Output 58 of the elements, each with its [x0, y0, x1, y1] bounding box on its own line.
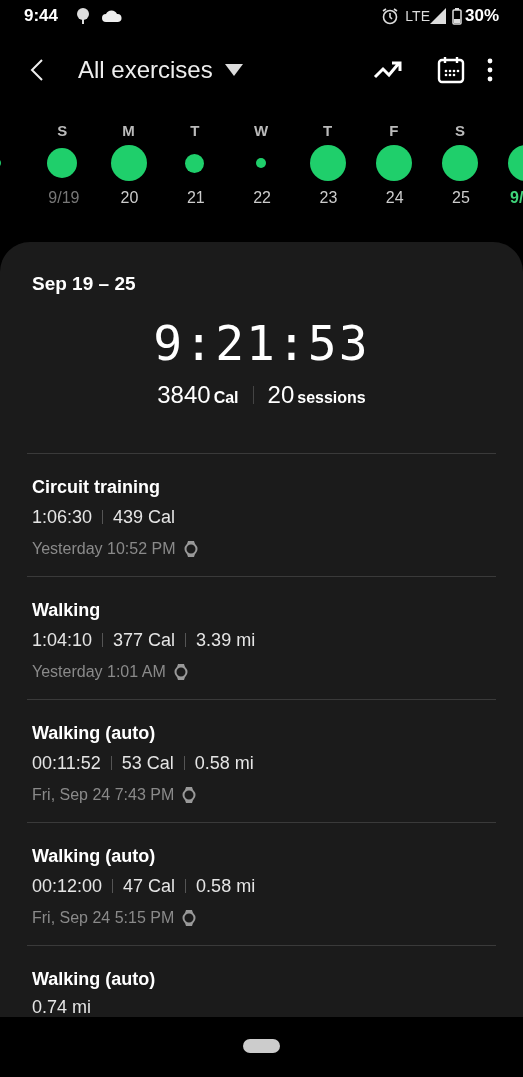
exercise-stat: 0.58 mi: [196, 874, 256, 897]
weekday-label: S: [454, 121, 467, 141]
caret-icon: [224, 64, 243, 76]
date-label[interactable]: 23: [319, 186, 338, 210]
battery-icon: [451, 7, 462, 25]
session-count: 20 sessions: [267, 379, 366, 410]
exercise-name: Walking: [32, 598, 102, 622]
battery-percent: 30%: [464, 5, 499, 28]
weekday-label: S: [56, 121, 69, 141]
exercise-entry[interactable]: Circuit training 1:06:30 439 Cal Yesterday 10:52 PM: [32, 453, 491, 576]
trend-icon[interactable]: [373, 59, 403, 81]
exercise-stat: 47 Cal: [123, 874, 176, 897]
exercise-name: Walking (auto): [32, 844, 157, 868]
cloud-icon: [102, 10, 123, 22]
exercise-stat: 00:12:00: [32, 874, 103, 897]
exercise-name: Walking (auto): [32, 967, 157, 991]
exercise-name: Circuit training: [32, 475, 161, 499]
exercise-stat: 0.58 mi: [194, 751, 254, 774]
exercise-stat: 0.74 mi: [32, 995, 92, 1017]
exercise-entry[interactable]: Walking (auto) 0.74 mi: [32, 945, 491, 1017]
exercise-stat: 377 Cal: [113, 628, 176, 651]
calendar-icon[interactable]: [437, 56, 465, 84]
exercise-stat: 3.39 mi: [196, 628, 256, 651]
exercise-stat: 1:06:30: [32, 505, 93, 528]
signal-icon: [429, 8, 446, 24]
exercise-stat: 1:04:10: [32, 628, 93, 651]
weekday-label: F: [388, 121, 400, 141]
date-label[interactable]: 24: [385, 186, 404, 210]
more-options-icon[interactable]: [487, 58, 493, 82]
exercise-time: Fri, Sep 24 5:15 PM: [32, 907, 175, 928]
exercise-time: Yesterday 10:52 PM: [32, 538, 176, 559]
exercise-entry[interactable]: Walking (auto) 00:12:00 47 Cal 0.58 mi Fri, Sep 24 5:15 PM: [32, 822, 491, 945]
total-calories: 3840 Cal: [157, 379, 239, 410]
weekday-label: T: [321, 121, 334, 141]
exercise-entry[interactable]: Walking 1:04:10 377 Cal 3.39 mi Yesterday 1:01 AM: [32, 576, 491, 699]
exercise-time: Fri, Sep 24 7:43 PM: [32, 784, 175, 805]
weekday-label: W: [253, 121, 270, 141]
alarm-icon: [381, 7, 400, 25]
exercise-stat: 00:11:52: [32, 751, 101, 774]
exercise-entry[interactable]: Walking (auto) 00:11:52 53 Cal 0.58 mi Fri, Sep 24 7:43 PM: [32, 699, 491, 822]
date-label[interactable]: 9/19: [48, 186, 80, 210]
date-label[interactable]: 22: [253, 186, 271, 210]
date-label[interactable]: 20: [120, 186, 139, 210]
total-duration: 9:21:53: [152, 314, 371, 371]
exercise-name: Walking (auto): [32, 721, 157, 745]
weekday-label: M: [121, 121, 136, 141]
date-label[interactable]: 21: [186, 186, 205, 210]
date-label[interactable]: 25: [452, 186, 470, 210]
date-label[interactable]: 9/: [510, 186, 523, 210]
date-range: Sep 19 – 25: [32, 272, 137, 296]
exercise-stat: 439 Cal: [113, 505, 176, 528]
status-time: 9:44: [24, 5, 59, 28]
exercise-filter-dropdown[interactable]: All exercises: [78, 52, 243, 88]
home-handle[interactable]: [243, 1039, 280, 1053]
exercise-stat: 53 Cal: [121, 751, 174, 774]
exercise-time: Yesterday 1:01 AM: [32, 661, 166, 682]
weekday-label: T: [189, 121, 201, 141]
network-label: LTE: [405, 6, 430, 26]
